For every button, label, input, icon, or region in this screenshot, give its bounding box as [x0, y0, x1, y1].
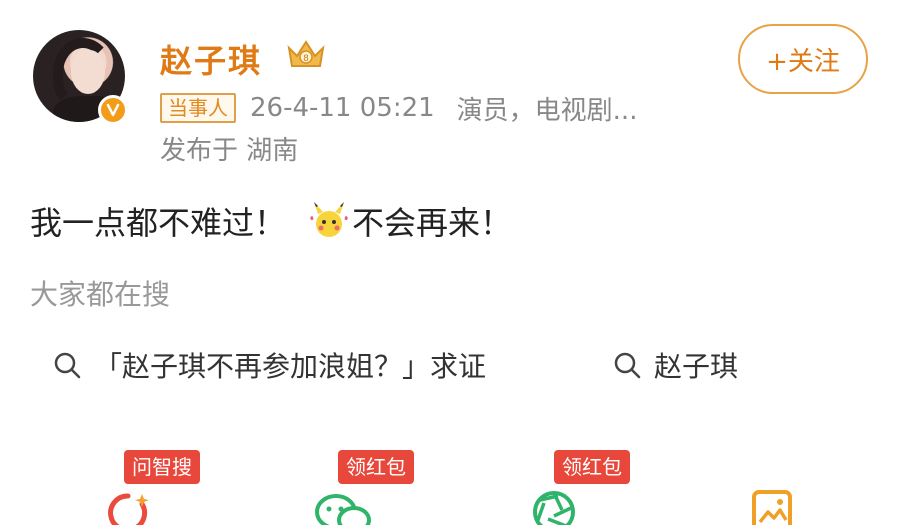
image-icon — [752, 490, 792, 525]
action-tag: 问智搜 — [124, 450, 200, 484]
search-suggestion-label: 赵子琪 — [654, 350, 739, 383]
user-description: 演员，电视剧... — [456, 95, 638, 126]
pikachu-emoji-icon — [310, 202, 348, 237]
post-location: 发布于 湖南 — [160, 136, 299, 166]
username[interactable]: 赵子琪 — [160, 36, 262, 82]
loading-ring-icon — [108, 493, 149, 525]
action-wechat-share[interactable]: 领红包 — [310, 450, 430, 525]
post-timestamp: 26-4-11 05:21 — [250, 93, 435, 123]
weibo-post-page: 赵子琪 8 +关注 当事人 26-4-11 05:21 演员，电视剧... 发布… — [0, 0, 900, 525]
search-suggestion-label: 「赵子琪不再参加浪姐？」求证 — [94, 350, 487, 383]
verified-icon — [98, 95, 128, 125]
search-icon — [54, 352, 81, 379]
avatar-face — [71, 50, 105, 94]
party-badge: 当事人 — [160, 93, 236, 123]
aperture-icon — [533, 491, 575, 525]
action-tag: 领红包 — [338, 450, 414, 484]
wechat-icon — [315, 494, 371, 525]
action-save-image[interactable] — [736, 450, 856, 525]
post-text: 我一点都不难过！ 不会再来！ — [30, 198, 512, 244]
hot-search-heading: 大家都在搜 — [30, 278, 171, 311]
search-icon — [614, 352, 641, 379]
post-text-part-1: 我一点都不难过！ — [30, 204, 287, 242]
svg-text:8: 8 — [303, 54, 309, 64]
action-tag: 领红包 — [554, 450, 630, 484]
post-text-part-2: 不会再来！ — [352, 204, 513, 242]
post-meta: 当事人 26-4-11 05:21 演员，电视剧... — [160, 90, 637, 126]
search-suggestion[interactable]: 「赵子琪不再参加浪姐？」求证 — [52, 340, 486, 390]
action-smart-search[interactable]: 问智搜 — [100, 450, 220, 525]
crown-icon: 8 — [287, 40, 325, 67]
search-suggestion[interactable]: 赵子琪 — [612, 340, 738, 390]
follow-button[interactable]: +关注 — [738, 24, 868, 94]
action-moments-share[interactable]: 领红包 — [528, 450, 648, 525]
